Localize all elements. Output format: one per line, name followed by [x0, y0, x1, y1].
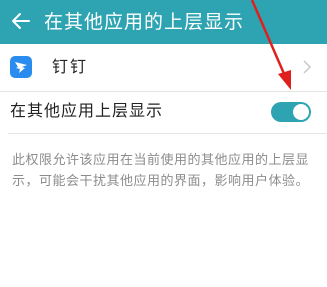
title-bar: 在其他应用的上层显示 — [0, 0, 327, 44]
overlay-permission-label: 在其他应用上层显示 — [10, 101, 164, 120]
back-arrow-icon[interactable] — [9, 9, 33, 33]
overlay-permission-row: 在其他应用上层显示 — [0, 92, 327, 132]
app-name: 钉钉 — [52, 57, 89, 76]
dingtalk-icon — [10, 56, 32, 78]
chevron-right-icon — [303, 60, 312, 74]
overlay-permission-switch[interactable] — [271, 102, 311, 122]
switch-knob — [293, 104, 309, 120]
permission-description: 此权限允许该应用在当前使用的其他应用的上层显示，可能会干扰其他应用的界面，影响用… — [12, 153, 310, 189]
page-title: 在其他应用的上层显示 — [44, 11, 245, 33]
app-info-row[interactable]: 钉钉 — [0, 44, 327, 91]
divider — [8, 133, 327, 134]
